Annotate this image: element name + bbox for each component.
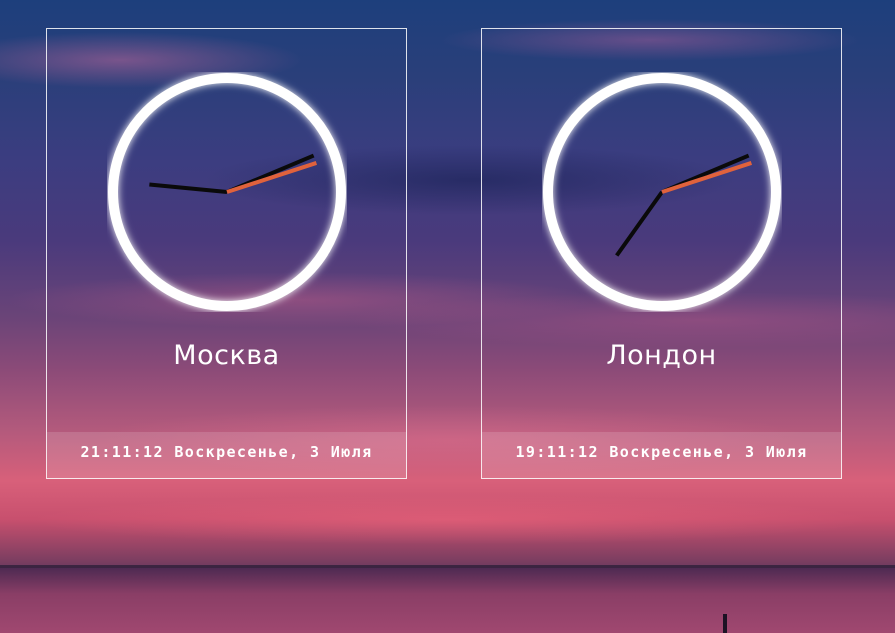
hour-hand <box>615 190 664 257</box>
analog-clock <box>107 72 347 312</box>
clock-card-london: Лондон 19:11:12 Воскресенье, 3 Июля <box>481 28 842 479</box>
city-name: Лондон <box>606 340 717 371</box>
clock-face <box>108 73 346 311</box>
date-time-label: 21:11:12 Воскресенье, 3 Июля <box>47 432 406 479</box>
city-name: Москва <box>173 340 280 371</box>
analog-clock <box>542 72 782 312</box>
sea-post <box>723 614 727 633</box>
background-sea <box>0 568 895 633</box>
clock-face <box>543 73 781 311</box>
second-hand <box>661 161 753 194</box>
clock-card-moscow: Москва 21:11:12 Воскресенье, 3 Июля <box>46 28 407 479</box>
date-time-label: 19:11:12 Воскресенье, 3 Июля <box>482 432 841 479</box>
second-hand <box>226 161 318 194</box>
hour-hand <box>149 182 228 194</box>
